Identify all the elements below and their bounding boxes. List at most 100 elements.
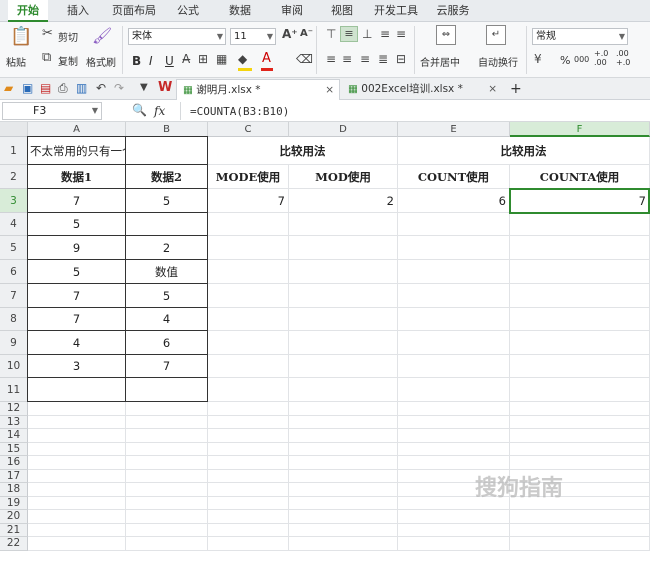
distribute-icon[interactable]: ⊟	[396, 52, 406, 66]
cell-e4[interactable]	[398, 213, 510, 236]
row-header[interactable]: 5	[0, 236, 28, 260]
indent-icon[interactable]: ≡	[380, 27, 390, 41]
cell-e21[interactable]	[398, 523, 510, 537]
cell-d21[interactable]	[289, 523, 398, 537]
cell-a7[interactable]: 7	[28, 284, 126, 308]
cell-e5[interactable]	[398, 236, 510, 260]
cell-e13[interactable]	[398, 415, 510, 429]
cell-c18[interactable]	[208, 483, 289, 497]
cell-b19[interactable]	[126, 496, 208, 510]
cell-f3[interactable]: 7	[510, 189, 650, 213]
cell-f12[interactable]	[510, 402, 650, 416]
cell-c7[interactable]	[208, 284, 289, 308]
tab-insert[interactable]: 插入	[58, 0, 98, 22]
cell-c2[interactable]: MODE使用	[208, 165, 289, 189]
cell-a2[interactable]: 数据1	[28, 165, 126, 189]
row-header[interactable]: 4	[0, 213, 28, 236]
row-header[interactable]: 19	[0, 496, 28, 510]
font-shrink-icon[interactable]: A⁻	[300, 28, 313, 39]
cell-a17[interactable]	[28, 469, 126, 483]
clear-format-icon[interactable]: ⌫	[296, 52, 313, 66]
row-header[interactable]: 9	[0, 331, 28, 355]
cell-c19[interactable]	[208, 496, 289, 510]
cell-e20[interactable]	[398, 510, 510, 524]
wrap-text-button[interactable]: 自动换行	[478, 54, 518, 69]
cell-e8[interactable]	[398, 308, 510, 331]
cell-b17[interactable]	[126, 469, 208, 483]
tab-formulas[interactable]: 公式	[170, 0, 206, 22]
cell-b1[interactable]	[126, 137, 208, 165]
tab-doc-1[interactable]: ▦ 谢明月.xlsx * ×	[176, 79, 340, 100]
cell-a21[interactable]	[28, 523, 126, 537]
percent-button[interactable]: %	[560, 54, 570, 67]
close-tab-button[interactable]: ×	[488, 79, 497, 99]
cell-c15[interactable]	[208, 442, 289, 456]
row-header[interactable]: 6	[0, 260, 28, 284]
cell-c8[interactable]	[208, 308, 289, 331]
cell-f4[interactable]	[510, 213, 650, 236]
cell-e1[interactable]: 比较用法	[398, 137, 650, 165]
align-bottom-icon[interactable]: ⊥	[362, 27, 372, 41]
font-name-select[interactable]: 宋体 ▼	[128, 28, 226, 45]
row-header[interactable]: 22	[0, 537, 28, 551]
increase-decimal-button[interactable]: +.0 .00	[594, 49, 612, 67]
cell-f11[interactable]	[510, 378, 650, 402]
align-right-icon[interactable]: ≡	[360, 52, 370, 66]
cell-d12[interactable]	[289, 402, 398, 416]
cell-f10[interactable]	[510, 355, 650, 378]
cell-d5[interactable]	[289, 236, 398, 260]
cell-d20[interactable]	[289, 510, 398, 524]
currency-icon[interactable]: ¥	[534, 52, 542, 66]
cell-d14[interactable]	[289, 429, 398, 443]
row-header[interactable]: 10	[0, 355, 28, 378]
paste-button[interactable]: 粘贴	[6, 54, 26, 69]
row-header[interactable]: 7	[0, 284, 28, 308]
cell-a3[interactable]: 7	[28, 189, 126, 213]
cell-b5[interactable]: 2	[126, 236, 208, 260]
cell-a15[interactable]	[28, 442, 126, 456]
cell-b9[interactable]: 6	[126, 331, 208, 355]
cell-d19[interactable]	[289, 496, 398, 510]
row-header[interactable]: 14	[0, 429, 28, 443]
cell-e16[interactable]	[398, 456, 510, 470]
cell-a11[interactable]	[28, 378, 126, 402]
underline-button[interactable]: U	[165, 54, 174, 68]
row-header[interactable]: 18	[0, 483, 28, 497]
comma-button[interactable]: 000	[574, 55, 589, 64]
number-format-select[interactable]: 常规 ▼	[532, 28, 628, 45]
cell-a9[interactable]: 4	[28, 331, 126, 355]
cell-c14[interactable]	[208, 429, 289, 443]
cell-b12[interactable]	[126, 402, 208, 416]
cell-c9[interactable]	[208, 331, 289, 355]
cell-b21[interactable]	[126, 523, 208, 537]
cell-e2[interactable]: COUNT使用	[398, 165, 510, 189]
cell-d7[interactable]	[289, 284, 398, 308]
border-icon[interactable]: ⊞	[198, 52, 208, 66]
cell-f6[interactable]	[510, 260, 650, 284]
cell-c4[interactable]	[208, 213, 289, 236]
cell-b4[interactable]	[126, 213, 208, 236]
cell-e22[interactable]	[398, 537, 510, 551]
col-header-b[interactable]: B	[126, 122, 208, 137]
cell-f15[interactable]	[510, 442, 650, 456]
function-button[interactable]: fx	[154, 104, 165, 118]
row-header[interactable]: 20	[0, 510, 28, 524]
align-left-icon[interactable]: ≡	[326, 52, 336, 66]
cell-a22[interactable]	[28, 537, 126, 551]
cell-d4[interactable]	[289, 213, 398, 236]
cell-c17[interactable]	[208, 469, 289, 483]
format-painter-button[interactable]: 格式刷	[86, 54, 116, 69]
cell-b2[interactable]: 数据2	[126, 165, 208, 189]
row-header[interactable]: 17	[0, 469, 28, 483]
undo-icon[interactable]: ↶	[96, 81, 106, 95]
align-top-icon[interactable]: ⊤	[326, 27, 336, 41]
copy-icon[interactable]: ⧉	[42, 50, 51, 65]
cell-e11[interactable]	[398, 378, 510, 402]
cell-f13[interactable]	[510, 415, 650, 429]
cell-b13[interactable]	[126, 415, 208, 429]
cell-d6[interactable]	[289, 260, 398, 284]
merge-center-icon[interactable]: ⇔	[436, 25, 456, 45]
cell-f7[interactable]	[510, 284, 650, 308]
brush-icon[interactable]: 🖌	[92, 26, 112, 45]
cell-a8[interactable]: 7	[28, 308, 126, 331]
